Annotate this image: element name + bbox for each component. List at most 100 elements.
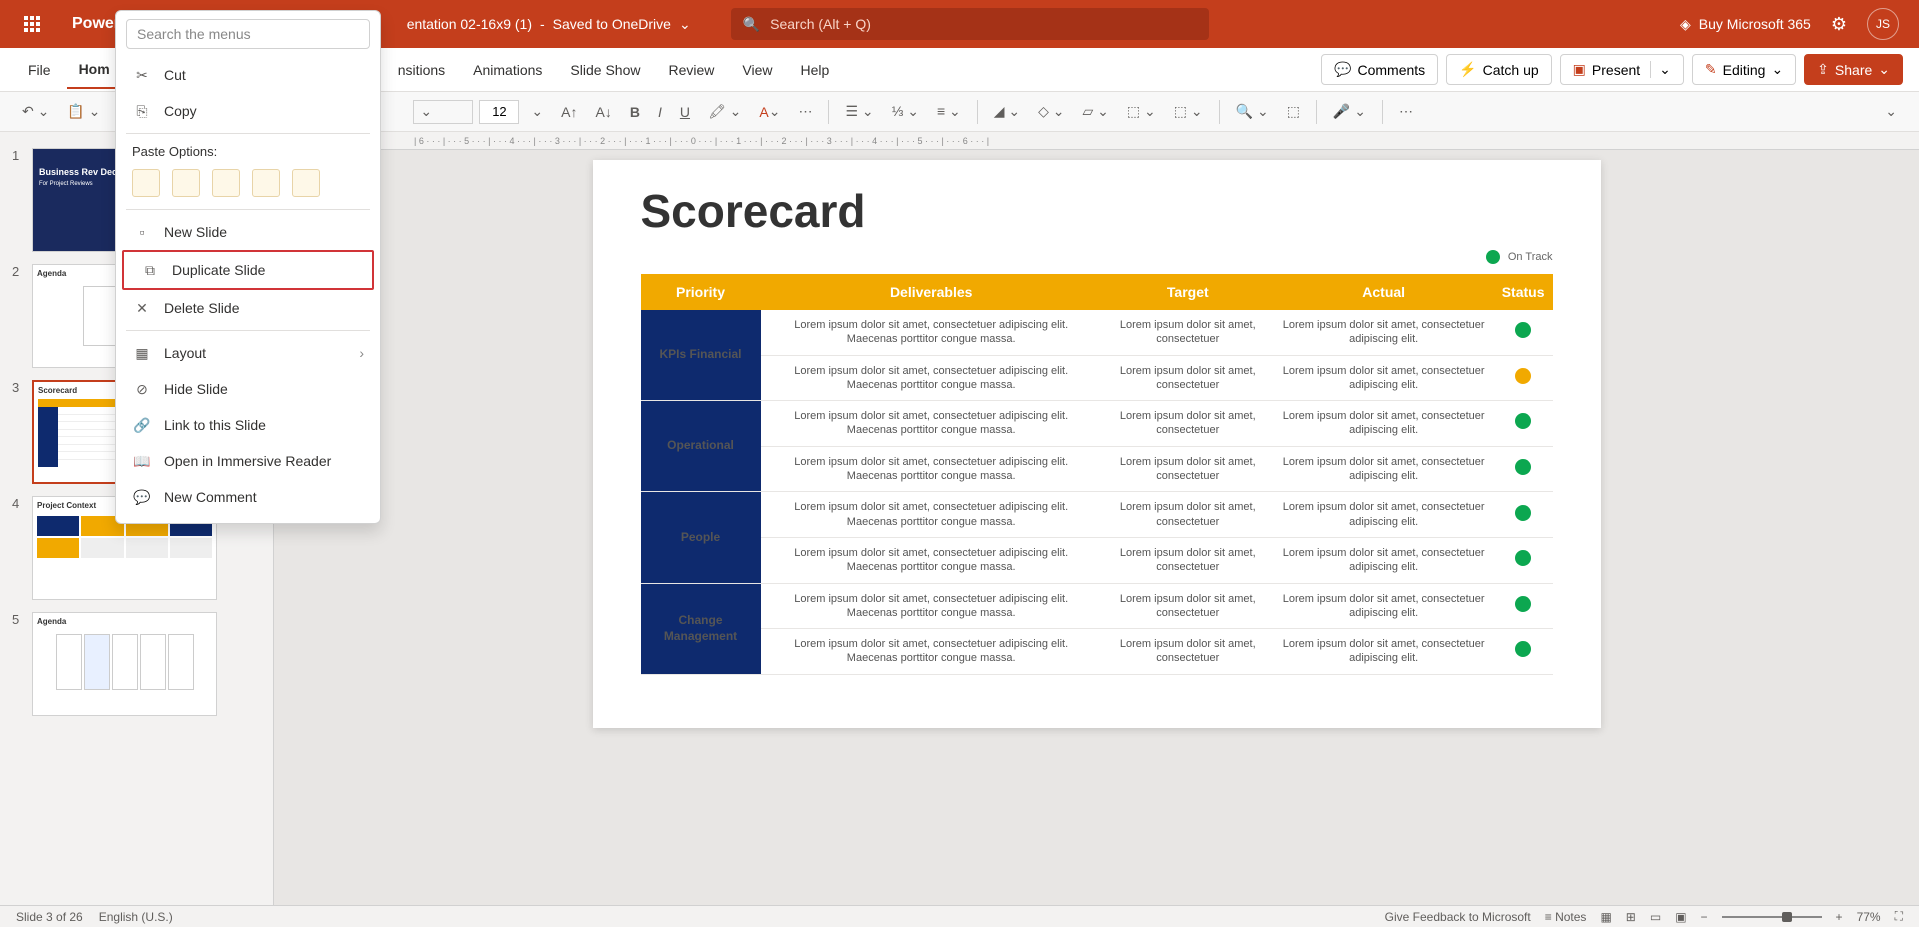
search-input[interactable]: 🔍 Search (Alt + Q) <box>731 8 1209 40</box>
paste-option-2[interactable] <box>172 169 200 197</box>
status-dot-icon <box>1515 322 1531 338</box>
table-row[interactable]: Lorem ipsum dolor sit amet, consectetuer… <box>641 446 1553 492</box>
fit-to-window-button[interactable]: ⛶ <box>1895 909 1903 924</box>
tab-home[interactable]: Hom <box>67 51 122 89</box>
present-button[interactable]: ▣Present⌄ <box>1560 54 1684 85</box>
search-icon: 🔍 <box>743 16 760 33</box>
zoom-out-button[interactable]: − <box>1701 910 1708 924</box>
collapse-ribbon-button[interactable]: ⌄ <box>1879 99 1903 124</box>
delete-slide-menu-item[interactable]: ✕Delete Slide <box>116 290 380 326</box>
undo-button[interactable]: ↶ ⌄ <box>16 99 55 124</box>
quick-styles-button[interactable]: ⬚ ⌄ <box>1168 99 1209 124</box>
slide-editor[interactable]: Scorecard On Track Priority Deliverables… <box>274 150 1919 905</box>
highlight-button[interactable]: 🖍 ⌄ <box>702 99 747 124</box>
font-selector[interactable]: ⌄ <box>413 100 473 124</box>
layout-menu-item[interactable]: ▦Layout› <box>116 335 380 371</box>
table-row[interactable]: PeopleLorem ipsum dolor sit amet, consec… <box>641 492 1553 538</box>
hide-slide-menu-item[interactable]: ⊘Hide Slide <box>116 371 380 407</box>
tab-animations[interactable]: Animations <box>461 52 554 88</box>
document-title[interactable]: entation 02-16x9 (1) - Saved to OneDrive… <box>407 16 691 33</box>
chevron-down-icon[interactable]: ⌄ <box>1650 61 1671 78</box>
paste-option-3[interactable] <box>212 169 240 197</box>
immersive-reader-menu-item[interactable]: 📖Open in Immersive Reader <box>116 443 380 479</box>
paste-option-5[interactable] <box>292 169 320 197</box>
tab-review[interactable]: Review <box>656 52 726 88</box>
language-indicator[interactable]: English (U.S.) <box>99 910 173 924</box>
share-icon: ⇪ <box>1817 61 1829 78</box>
numbering-button[interactable]: ⅓ ⌄ <box>886 99 925 124</box>
slide-thumb-5[interactable]: 5 Agenda <box>0 606 250 722</box>
menu-search-input[interactable]: Search the menus <box>126 19 370 49</box>
more-font-button[interactable]: ⋯ <box>792 99 818 124</box>
buy-microsoft-button[interactable]: ◈ Buy Microsoft 365 <box>1680 16 1811 33</box>
tab-help[interactable]: Help <box>788 52 841 88</box>
reading-view-icon[interactable]: ▭ <box>1650 910 1661 924</box>
horizontal-ruler: | 6 · · · | · · · 5 · · · | · · · 4 · · … <box>274 132 1919 150</box>
scissors-icon: ✂ <box>132 65 152 85</box>
feedback-link[interactable]: Give Feedback to Microsoft <box>1385 910 1531 924</box>
font-size-dropdown[interactable]: ⌄ <box>525 99 549 124</box>
normal-view-icon[interactable]: ▦ <box>1600 910 1611 924</box>
status-bar: Slide 3 of 26 English (U.S.) Give Feedba… <box>0 905 1919 927</box>
comments-button[interactable]: 💬Comments <box>1321 54 1438 85</box>
font-size-input[interactable] <box>479 100 519 124</box>
table-row[interactable]: Change ManagementLorem ipsum dolor sit a… <box>641 583 1553 629</box>
share-button[interactable]: ⇪Share⌄ <box>1804 54 1903 85</box>
editing-mode-button[interactable]: ✎Editing⌄ <box>1692 54 1796 85</box>
status-dot-icon <box>1515 550 1531 566</box>
more-commands-button[interactable]: ⋯ <box>1393 99 1419 124</box>
sorter-view-icon[interactable]: ⊞ <box>1626 910 1636 924</box>
zoom-slider[interactable] <box>1722 916 1822 918</box>
paste-option-1[interactable] <box>132 169 160 197</box>
shape-fill-button[interactable]: ◢ ⌄ <box>988 99 1026 124</box>
legend: On Track <box>641 250 1553 264</box>
dictate-button[interactable]: 🎤 ⌄ <box>1327 99 1372 124</box>
align-button[interactable]: ≡ ⌄ <box>931 99 967 124</box>
slide-canvas-area: | 6 · · · | · · · 5 · · · | · · · 4 · · … <box>250 132 1919 905</box>
scorecard-table[interactable]: Priority Deliverables Target Actual Stat… <box>641 274 1553 675</box>
new-slide-icon: ▫ <box>132 222 152 242</box>
status-dot-icon <box>1515 413 1531 429</box>
new-slide-menu-item[interactable]: ▫New Slide <box>116 214 380 250</box>
duplicate-slide-menu-item[interactable]: ⧉Duplicate Slide <box>122 250 374 290</box>
designer-button[interactable]: ⬚ <box>1281 99 1306 124</box>
underline-button[interactable]: U <box>674 100 696 124</box>
find-button[interactable]: 🔍 ⌄ <box>1230 99 1275 124</box>
app-launcher-icon[interactable] <box>8 0 56 48</box>
user-avatar[interactable]: JS <box>1867 8 1899 40</box>
shape-effects-button[interactable]: ▱ ⌄ <box>1077 99 1115 124</box>
table-row[interactable]: OperationalLorem ipsum dolor sit amet, c… <box>641 401 1553 447</box>
tab-slideshow[interactable]: Slide Show <box>558 52 652 88</box>
paste-button[interactable]: 📋 ⌄ <box>61 99 106 124</box>
table-row[interactable]: Lorem ipsum dolor sit amet, consectetuer… <box>641 355 1553 401</box>
table-row[interactable]: Lorem ipsum dolor sit amet, consectetuer… <box>641 629 1553 675</box>
tab-file[interactable]: File <box>16 52 63 88</box>
italic-button[interactable]: I <box>652 100 668 124</box>
tab-transitions[interactable]: nsitions <box>386 52 457 88</box>
link-icon: 🔗 <box>132 415 152 435</box>
paste-option-4[interactable] <box>252 169 280 197</box>
slideshow-view-icon[interactable]: ▣ <box>1675 910 1686 924</box>
new-comment-menu-item[interactable]: 💬New Comment <box>116 479 380 515</box>
arrange-button[interactable]: ⬚ ⌄ <box>1121 99 1162 124</box>
table-row[interactable]: Lorem ipsum dolor sit amet, consectetuer… <box>641 537 1553 583</box>
font-color-button[interactable]: A ⌄ <box>753 99 786 124</box>
zoom-in-button[interactable]: + <box>1836 910 1843 924</box>
tab-view[interactable]: View <box>730 52 784 88</box>
link-slide-menu-item[interactable]: 🔗Link to this Slide <box>116 407 380 443</box>
zoom-level[interactable]: 77% <box>1857 910 1881 924</box>
notes-button[interactable]: ≡ Notes <box>1545 910 1587 924</box>
bullets-button[interactable]: ☰ ⌄ <box>839 99 879 124</box>
shape-outline-button[interactable]: ◇ ⌄ <box>1032 99 1070 124</box>
table-row[interactable]: KPIs FinancialLorem ipsum dolor sit amet… <box>641 310 1553 355</box>
increase-font-button[interactable]: A↑ <box>555 100 583 124</box>
slide-counter[interactable]: Slide 3 of 26 <box>16 910 83 924</box>
slide-content[interactable]: Scorecard On Track Priority Deliverables… <box>593 160 1601 728</box>
bold-button[interactable]: B <box>624 100 646 124</box>
catchup-button[interactable]: ⚡Catch up <box>1446 54 1551 85</box>
copy-menu-item[interactable]: ⎘Copy <box>116 93 380 129</box>
slide-title[interactable]: Scorecard <box>641 184 1553 238</box>
decrease-font-button[interactable]: A↓ <box>590 100 618 124</box>
settings-icon[interactable]: ⚙ <box>1831 14 1847 35</box>
cut-menu-item[interactable]: ✂Cut <box>116 57 380 93</box>
